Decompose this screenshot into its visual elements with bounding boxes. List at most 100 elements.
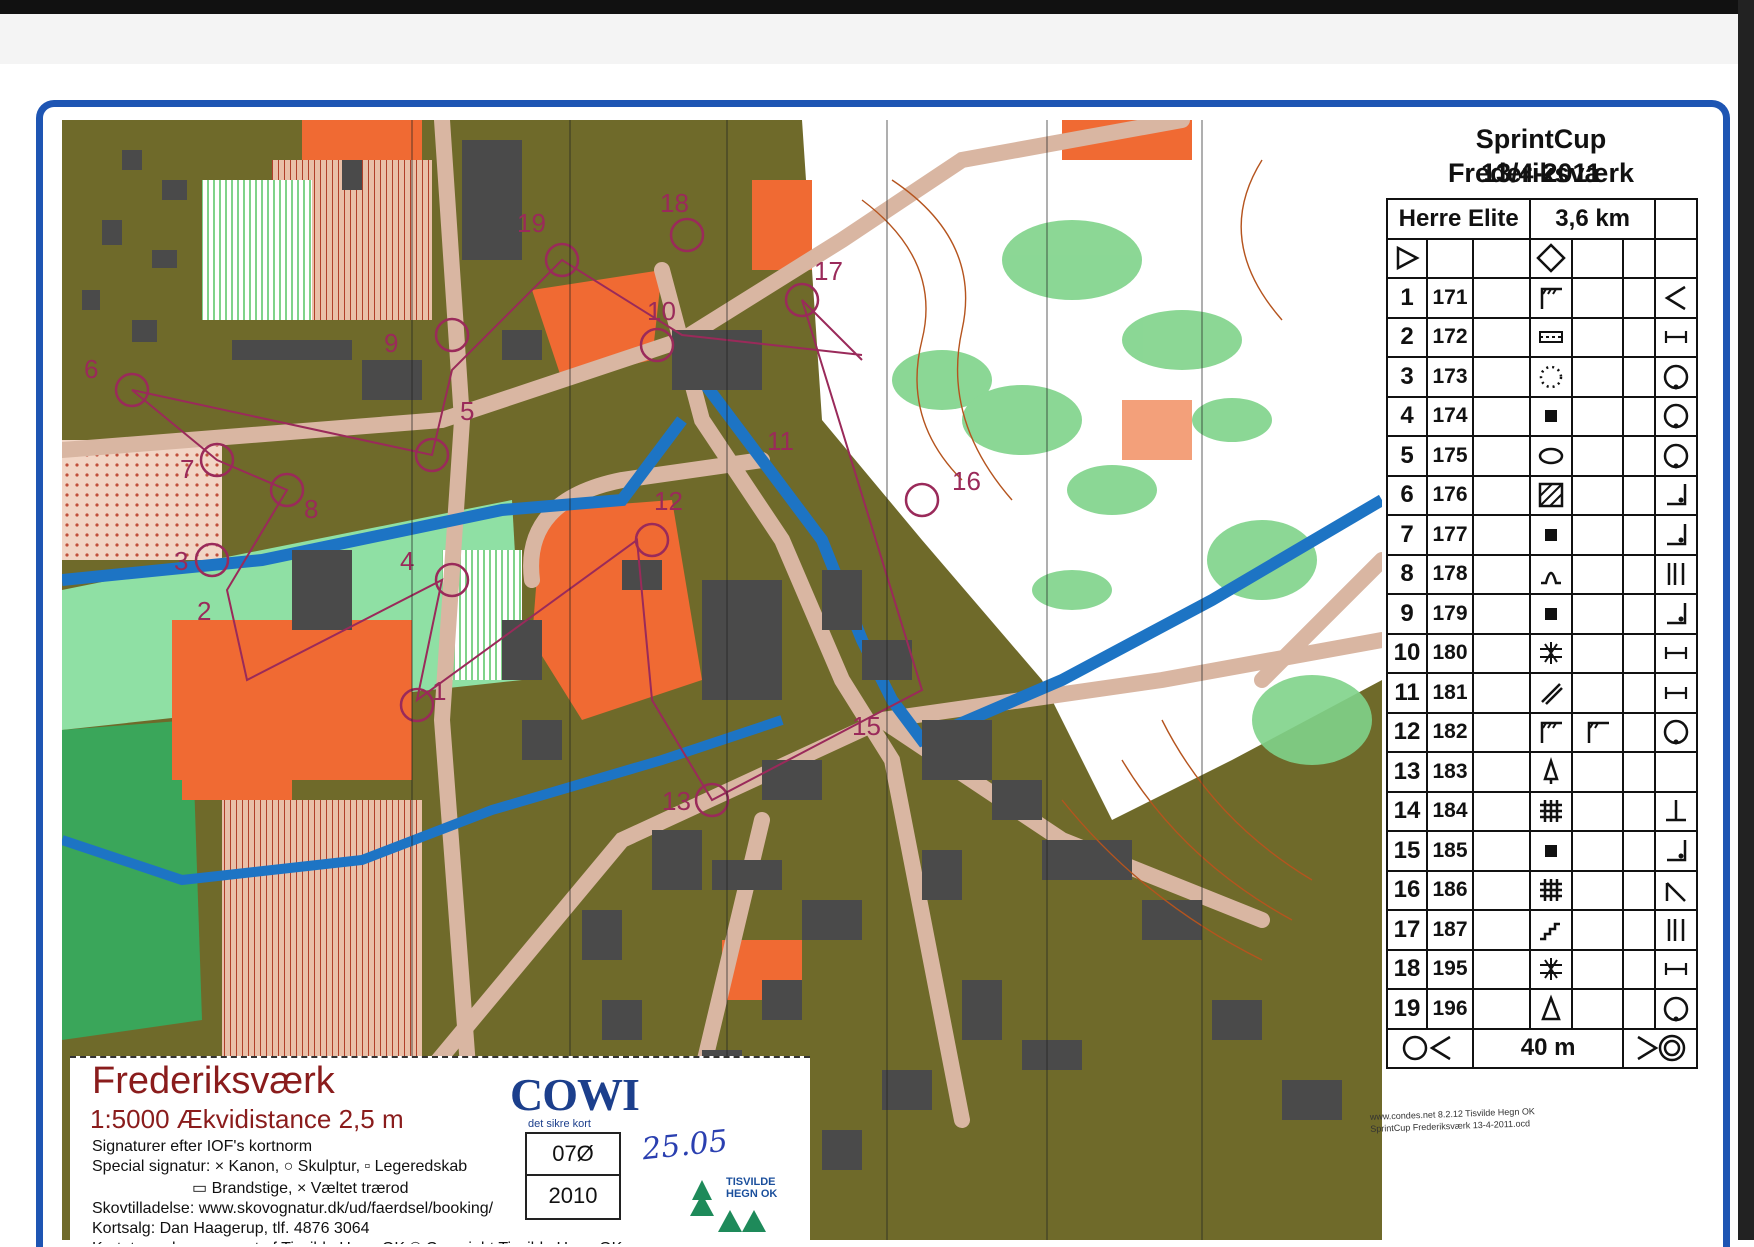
dotted-circle-icon bbox=[1529, 356, 1574, 398]
control-number: 16 bbox=[952, 466, 981, 496]
scan-right-edge bbox=[1738, 0, 1754, 1240]
control-number: 19 bbox=[517, 208, 546, 238]
control-row: 6 176 bbox=[1386, 474, 1698, 516]
control-code: 184 bbox=[1426, 790, 1474, 832]
position-end-icon bbox=[1654, 672, 1698, 714]
legend-line: Kortsalg: Dan Haagerup, tlf. 4876 3064 bbox=[92, 1220, 370, 1237]
blank-cell bbox=[1471, 790, 1532, 832]
blank-cell bbox=[1471, 751, 1532, 793]
blank-cell bbox=[1622, 474, 1656, 516]
position-circle-dot-icon bbox=[1654, 435, 1698, 477]
map-scale: 1:5000 Ækvidistance 2,5 m bbox=[90, 1104, 404, 1134]
blank-cell bbox=[1622, 830, 1656, 872]
blank-cell bbox=[1571, 672, 1625, 714]
control-sequence: 19 bbox=[1386, 988, 1428, 1030]
blank-cell bbox=[1571, 593, 1625, 635]
control-sequence: 10 bbox=[1386, 632, 1428, 674]
control-sequence: 1 bbox=[1386, 277, 1428, 319]
blank-cell bbox=[1571, 909, 1625, 951]
start-row bbox=[1386, 237, 1698, 279]
publisher-logo: COWI bbox=[510, 1069, 640, 1120]
blank-cell bbox=[1622, 356, 1656, 398]
blank-cell bbox=[1471, 435, 1532, 477]
rough-open-patch bbox=[1122, 400, 1192, 460]
control-code: 175 bbox=[1426, 435, 1474, 477]
control-code: 177 bbox=[1426, 514, 1474, 556]
scan-margin bbox=[0, 14, 1754, 64]
blank-cell bbox=[1571, 474, 1625, 516]
blank-cell bbox=[1622, 632, 1656, 674]
position-corner-v-icon bbox=[1654, 277, 1698, 319]
blank-cell bbox=[1471, 632, 1532, 674]
control-code: 181 bbox=[1426, 672, 1474, 714]
control-sequence: 11 bbox=[1386, 672, 1428, 714]
legend-line: Kortet er rekognosceret af Tisvilde Hegn… bbox=[92, 1240, 622, 1244]
control-code: 180 bbox=[1426, 632, 1474, 674]
control-number: 7 bbox=[180, 454, 194, 484]
position-between-icon bbox=[1654, 909, 1698, 951]
control-row: 15 185 bbox=[1386, 830, 1698, 872]
blank-cell bbox=[1471, 830, 1532, 872]
cliff-fork-icon bbox=[1571, 711, 1625, 753]
blank-cell bbox=[1471, 869, 1532, 911]
start-triangle-icon bbox=[1386, 237, 1428, 279]
blank-cell bbox=[1622, 869, 1656, 911]
blank-cell bbox=[1571, 751, 1625, 793]
course-length: 3,6 km bbox=[1529, 198, 1656, 240]
map-title: Frederiksværk bbox=[92, 1060, 335, 1102]
position-slash-icon bbox=[1654, 869, 1698, 911]
blank-cell bbox=[1622, 909, 1656, 951]
control-code: 179 bbox=[1426, 593, 1474, 635]
control-sequence: 8 bbox=[1386, 553, 1428, 595]
control-number: 2 bbox=[197, 596, 211, 626]
control-row: 16 186 bbox=[1386, 869, 1698, 911]
publisher-tagline: det sikre kort bbox=[528, 1118, 591, 1130]
blank-cell bbox=[1622, 790, 1656, 832]
control-row: 1 171 bbox=[1386, 277, 1698, 319]
position-circle-dot-icon bbox=[1654, 711, 1698, 753]
finish-row: 40 m bbox=[1386, 1027, 1698, 1069]
control-row: 13 183 bbox=[1386, 751, 1698, 793]
diamond-icon bbox=[1529, 237, 1574, 279]
control-sequence: 3 bbox=[1386, 356, 1428, 398]
position-corner-icon bbox=[1654, 474, 1698, 516]
blank-cell bbox=[1622, 988, 1656, 1030]
position-corner-icon bbox=[1654, 830, 1698, 872]
control-number: 6 bbox=[84, 354, 98, 384]
legend-line: Signaturer efter IOF's kortnorm bbox=[92, 1138, 313, 1155]
finish-distance: 40 m bbox=[1471, 1027, 1625, 1069]
legend-line: Special signatur: × Kanon, ○ Skulptur, ▫… bbox=[92, 1158, 468, 1175]
control-number: 5 bbox=[460, 396, 474, 426]
blank-cell bbox=[1471, 711, 1532, 753]
control-code: 195 bbox=[1426, 948, 1474, 990]
control-row: 5 175 bbox=[1386, 435, 1698, 477]
control-number: 15 bbox=[852, 711, 881, 741]
blank-cell bbox=[1571, 988, 1625, 1030]
position-between-icon bbox=[1654, 553, 1698, 595]
map-number: 07Ø bbox=[527, 1134, 619, 1176]
cliff-icon bbox=[1529, 277, 1574, 319]
blank-cell bbox=[1571, 316, 1625, 358]
control-description-table: Herre Elite 3,6 km 1 171 2 172 3 173 4 174 5 175 6… bbox=[1385, 198, 1698, 1069]
blank-cell bbox=[1571, 790, 1625, 832]
control-row: 8 178 bbox=[1386, 553, 1698, 595]
square-icon bbox=[1529, 593, 1574, 635]
blank-cell bbox=[1622, 711, 1656, 753]
control-sequence: 2 bbox=[1386, 316, 1428, 358]
square-icon bbox=[1529, 514, 1574, 556]
map-id-box: 07Ø 2010 bbox=[525, 1132, 621, 1220]
blank-cell bbox=[1622, 948, 1656, 990]
blank-cell bbox=[1571, 948, 1625, 990]
blank-cell bbox=[1471, 474, 1532, 516]
control-number: 18 bbox=[660, 188, 689, 218]
blank-cell bbox=[1471, 356, 1532, 398]
position-circle-dot-icon bbox=[1654, 395, 1698, 437]
position-none-icon bbox=[1654, 751, 1698, 793]
blank-cell bbox=[1622, 593, 1656, 635]
control-row: 2 172 bbox=[1386, 316, 1698, 358]
blank-cell bbox=[1471, 395, 1532, 437]
blank-cell bbox=[1471, 672, 1532, 714]
blank-cell bbox=[1571, 356, 1625, 398]
control-description-sheet: SprintCup Frederiksværk 13/4-2011 Herre … bbox=[1382, 120, 1700, 1110]
cross-icon bbox=[1529, 948, 1574, 990]
